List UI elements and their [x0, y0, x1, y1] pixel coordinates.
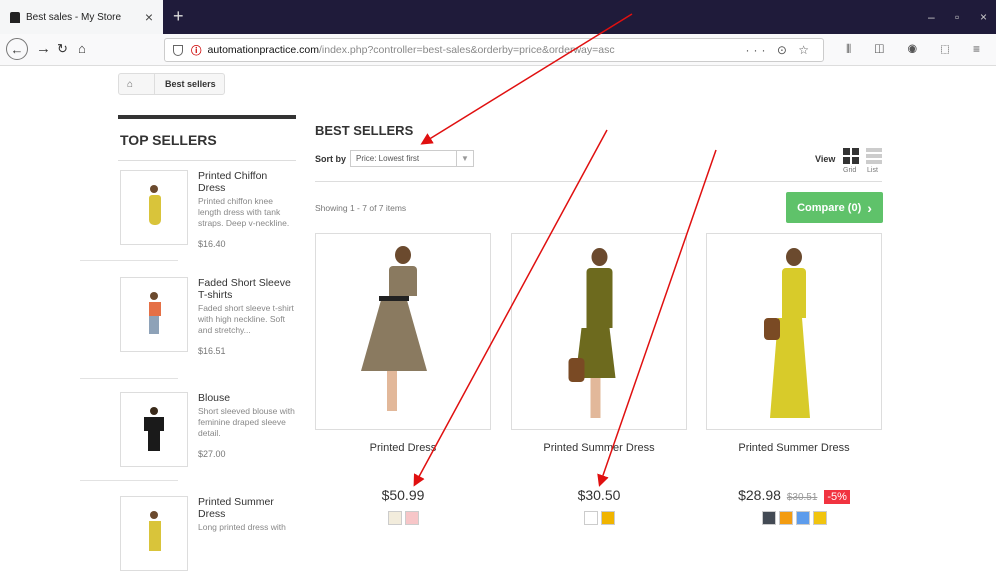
product-price: $30.50	[577, 487, 621, 503]
toolbar-menu-icons[interactable]: ⫴ ◫ ◉ ⬚ ≡	[846, 42, 990, 57]
window-close-icon[interactable]: ×	[980, 10, 987, 24]
color-swatch[interactable]	[404, 511, 419, 525]
sidebar-title: TOP SELLERS	[118, 115, 296, 148]
sort-by-label: Sort by	[315, 154, 347, 164]
results-count: Showing 1 - 7 of 7 items	[315, 203, 407, 213]
top-seller-desc: Short sleeved blouse with feminine drape…	[198, 406, 295, 438]
color-swatch[interactable]	[387, 511, 402, 525]
product-price: $50.99	[381, 487, 425, 503]
top-seller-price: $16.51	[198, 346, 226, 356]
breadcrumb-current: Best sellers	[165, 79, 216, 89]
forward-button-icon[interactable]: →	[36, 40, 51, 57]
tracking-shield-icon	[173, 44, 183, 56]
dress-model-icon	[568, 248, 616, 418]
top-seller-name[interactable]: Printed Summer Dress	[198, 496, 296, 520]
blouse-figure-icon	[143, 406, 165, 453]
tshirt-figure-icon	[149, 291, 161, 338]
browser-toolbar: ← → ↻ ⌂ ⓘ automationpractice.com /index.…	[0, 34, 996, 66]
home-icon[interactable]: ⌂	[78, 41, 86, 56]
top-seller-image[interactable]	[120, 392, 188, 467]
page-actions-icon[interactable]: ··· ⊙ ☆	[746, 43, 813, 57]
back-button-icon[interactable]: ←	[6, 38, 28, 60]
dress-model-icon	[764, 248, 810, 418]
color-swatch[interactable]	[583, 511, 598, 525]
minimize-icon[interactable]: –	[928, 10, 935, 24]
view-label: View	[815, 154, 836, 164]
sidebar-item-divider	[80, 260, 178, 261]
page-title: BEST SELLERS	[315, 123, 414, 138]
breadcrumb: ⌂ Best sellers	[118, 73, 225, 95]
top-seller-name[interactable]: Printed Chiffon Dress	[198, 170, 296, 194]
reload-icon[interactable]: ↻	[57, 41, 68, 57]
product-image[interactable]	[511, 233, 687, 430]
product-image[interactable]	[706, 233, 882, 430]
top-seller-desc: Long printed dress with	[198, 522, 286, 532]
breadcrumb-home-icon[interactable]: ⌂	[127, 79, 133, 90]
toolbar-divider	[315, 181, 882, 182]
color-swatch[interactable]	[778, 511, 793, 525]
product-price: $28.98 $30.51 -5%	[706, 487, 882, 504]
chevron-down-icon: ▼	[456, 151, 473, 166]
browser-tab[interactable]: Best sales - My Store ×	[0, 0, 163, 34]
grid-view-label[interactable]: Grid	[843, 167, 856, 174]
color-swatch[interactable]	[812, 511, 827, 525]
restore-icon[interactable]: ▫	[955, 10, 959, 24]
url-host: automationpractice.com	[207, 44, 319, 56]
color-swatches	[511, 511, 687, 525]
list-view-icon[interactable]	[866, 148, 882, 164]
breadcrumb-separator	[147, 73, 156, 95]
browser-tab-bar: Best sales - My Store × + – ▫ ×	[0, 0, 996, 34]
top-seller-name[interactable]: Faded Short Sleeve T-shirts	[198, 277, 296, 301]
color-swatches	[706, 511, 882, 525]
product-name[interactable]: Printed Summer Dress	[511, 442, 687, 454]
dress-figure-icon	[149, 510, 161, 557]
top-seller-image[interactable]	[120, 277, 188, 352]
sort-select-value: Price: Lowest first	[356, 154, 420, 163]
compare-button[interactable]: Compare (0) ›	[786, 192, 883, 223]
top-seller-name[interactable]: Blouse	[198, 392, 296, 404]
compare-button-label: Compare (0)	[797, 201, 862, 214]
sort-select[interactable]: Price: Lowest first ▼	[350, 150, 474, 167]
color-swatches	[315, 511, 491, 525]
product-name[interactable]: Printed Dress	[315, 442, 491, 454]
color-swatch[interactable]	[761, 511, 776, 525]
top-seller-desc: Faded short sleeve t-shirt with high nec…	[198, 303, 294, 335]
tab-close-icon[interactable]: ×	[145, 9, 153, 25]
product-name[interactable]: Printed Summer Dress	[706, 442, 882, 454]
url-path: /index.php?controller=best-sales&orderby…	[318, 44, 615, 56]
tab-title: Best sales - My Store	[26, 11, 122, 23]
store-favicon-icon	[10, 11, 20, 23]
list-view-label[interactable]: List	[867, 167, 878, 174]
top-seller-price: $16.40	[198, 239, 226, 249]
chevron-right-icon: ›	[867, 199, 872, 216]
dress-model-icon	[361, 246, 427, 411]
address-bar[interactable]: ⓘ automationpractice.com /index.php?cont…	[164, 38, 824, 62]
top-seller-image[interactable]	[120, 170, 188, 245]
grid-view-icon[interactable]	[843, 148, 859, 164]
sidebar-divider	[118, 160, 296, 161]
sidebar-item-divider	[80, 378, 178, 379]
new-tab-button[interactable]: +	[173, 6, 184, 27]
dress-figure-icon	[149, 184, 161, 231]
product-image[interactable]	[315, 233, 491, 430]
top-seller-price: $27.00	[198, 449, 226, 459]
insecure-lock-icon: ⓘ	[191, 44, 202, 57]
old-price: $30.51	[786, 492, 818, 503]
sidebar-item-divider	[80, 480, 178, 481]
top-seller-desc: Printed chiffon knee length dress with t…	[198, 196, 290, 228]
current-price: $28.98	[738, 487, 781, 503]
color-swatch[interactable]	[600, 511, 615, 525]
color-swatch[interactable]	[795, 511, 810, 525]
top-seller-image[interactable]	[120, 496, 188, 571]
discount-badge: -5%	[824, 490, 850, 504]
